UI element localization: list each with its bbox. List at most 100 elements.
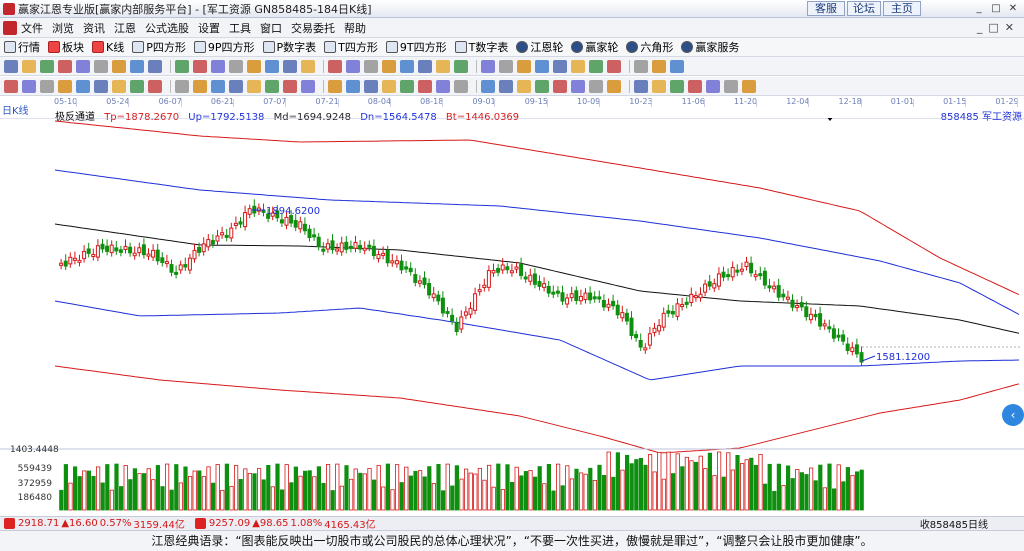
drawing-tool-icon[interactable] xyxy=(130,79,144,93)
drawing-tool-icon[interactable] xyxy=(382,79,396,93)
homepage-button[interactable]: 主页 xyxy=(883,1,921,16)
drawing-tool-icon[interactable] xyxy=(589,79,603,93)
menu-gann[interactable]: 江恩 xyxy=(114,20,136,36)
drawing-tool-icon[interactable] xyxy=(328,59,342,73)
drawing-tool-icon[interactable] xyxy=(76,59,90,73)
menu-tools[interactable]: 工具 xyxy=(229,20,251,36)
drawing-tool-icon[interactable] xyxy=(40,79,54,93)
drawing-tool-icon[interactable] xyxy=(553,59,567,73)
drawing-tool-icon[interactable] xyxy=(652,79,666,93)
drawing-tool-icon[interactable] xyxy=(22,79,36,93)
drawing-tool-icon[interactable] xyxy=(571,59,585,73)
drawing-tool-icon[interactable] xyxy=(175,79,189,93)
menu-window[interactable]: 窗口 xyxy=(260,20,282,36)
menu-help[interactable]: 帮助 xyxy=(344,20,366,36)
nav-9p-square[interactable]: 9P四方形 xyxy=(193,39,255,55)
drawing-tool-icon[interactable] xyxy=(724,79,738,93)
nav-kline[interactable]: K线 xyxy=(92,39,124,55)
menu-trade[interactable]: 交易委托 xyxy=(291,20,335,36)
drawing-tool-icon[interactable] xyxy=(607,79,621,93)
drawing-tool-icon[interactable] xyxy=(481,59,495,73)
drawing-tool-icon[interactable] xyxy=(193,59,207,73)
drawing-tool-icon[interactable] xyxy=(4,59,18,73)
drawing-tool-icon[interactable] xyxy=(607,59,621,73)
drawing-tool-icon[interactable] xyxy=(346,59,360,73)
drawing-tool-icon[interactable] xyxy=(652,59,666,73)
drawing-tool-icon[interactable] xyxy=(328,79,342,93)
drawing-tool-icon[interactable] xyxy=(4,79,18,93)
kline-chart[interactable]: 1894.6200 1581.1200 xyxy=(0,118,1024,516)
drawing-tool-icon[interactable] xyxy=(517,79,531,93)
drawing-tool-icon[interactable] xyxy=(400,59,414,73)
drawing-tool-icon[interactable] xyxy=(418,79,432,93)
nav-9t-square[interactable]: 9T四方形 xyxy=(385,39,447,55)
drawing-tool-icon[interactable] xyxy=(148,59,162,73)
drawing-tool-icon[interactable] xyxy=(130,59,144,73)
drawing-tool-icon[interactable] xyxy=(553,79,567,93)
drawing-tool-icon[interactable] xyxy=(283,79,297,93)
drawing-tool-icon[interactable] xyxy=(634,79,648,93)
mdi-controls[interactable]: _□✕ xyxy=(977,21,1020,34)
drawing-tool-icon[interactable] xyxy=(148,79,162,93)
maximize-button[interactable]: □ xyxy=(989,3,1003,15)
drawing-tool-icon[interactable] xyxy=(742,79,756,93)
drawing-tool-icon[interactable] xyxy=(634,59,648,73)
drawing-tool-icon[interactable] xyxy=(265,79,279,93)
close-button[interactable]: ✕ xyxy=(1006,3,1020,15)
drawing-tool-icon[interactable] xyxy=(499,79,513,93)
drawing-tool-icon[interactable] xyxy=(229,59,243,73)
drawing-tool-icon[interactable] xyxy=(454,59,468,73)
drawing-tool-icon[interactable] xyxy=(670,79,684,93)
drawing-tool-icon[interactable] xyxy=(436,79,450,93)
nav-quotes[interactable]: 行情 xyxy=(4,39,40,55)
drawing-tool-icon[interactable] xyxy=(301,79,315,93)
app-menu-icon[interactable] xyxy=(3,20,17,35)
drawing-tool-icon[interactable] xyxy=(364,59,378,73)
drawing-tool-icon[interactable] xyxy=(193,79,207,93)
drawing-tool-icon[interactable] xyxy=(400,79,414,93)
menu-file[interactable]: 文件 xyxy=(21,20,43,36)
forum-button[interactable]: 论坛 xyxy=(847,1,881,16)
nav-winner-wheel[interactable]: 赢家轮 xyxy=(571,39,618,55)
drawing-tool-icon[interactable] xyxy=(94,59,108,73)
nav-gann-wheel[interactable]: 江恩轮 xyxy=(516,39,563,55)
drawing-tool-icon[interactable] xyxy=(112,59,126,73)
drawing-tool-icon[interactable] xyxy=(454,79,468,93)
drawing-tool-icon[interactable] xyxy=(76,79,90,93)
drawing-tool-icon[interactable] xyxy=(283,59,297,73)
menu-settings[interactable]: 设置 xyxy=(198,20,220,36)
drawing-tool-icon[interactable] xyxy=(418,59,432,73)
scroll-right-button[interactable]: ‹ xyxy=(1002,404,1024,426)
drawing-tool-icon[interactable] xyxy=(706,79,720,93)
drawing-tool-icon[interactable] xyxy=(688,79,702,93)
drawing-tool-icon[interactable] xyxy=(301,59,315,73)
drawing-tool-icon[interactable] xyxy=(265,59,279,73)
drawing-tool-icon[interactable] xyxy=(211,59,225,73)
drawing-tool-icon[interactable] xyxy=(58,59,72,73)
drawing-tool-icon[interactable] xyxy=(436,59,450,73)
menu-browse[interactable]: 浏览 xyxy=(52,20,74,36)
minimize-button[interactable]: _ xyxy=(972,3,986,15)
drawing-tool-icon[interactable] xyxy=(364,79,378,93)
drawing-tool-icon[interactable] xyxy=(58,79,72,93)
drawing-tool-icon[interactable] xyxy=(247,79,261,93)
menu-news[interactable]: 资讯 xyxy=(83,20,105,36)
drawing-tool-icon[interactable] xyxy=(229,79,243,93)
nav-service[interactable]: 赢家服务 xyxy=(681,39,739,55)
drawing-tool-icon[interactable] xyxy=(571,79,585,93)
drawing-tool-icon[interactable] xyxy=(346,79,360,93)
drawing-tool-icon[interactable] xyxy=(535,59,549,73)
nav-t-table[interactable]: T数字表 xyxy=(454,39,508,55)
drawing-tool-icon[interactable] xyxy=(211,79,225,93)
drawing-tool-icon[interactable] xyxy=(670,59,684,73)
drawing-tool-icon[interactable] xyxy=(112,79,126,93)
nav-p-square[interactable]: P四方形 xyxy=(132,39,186,55)
service-button[interactable]: 客服 xyxy=(807,1,845,16)
nav-hexagon[interactable]: 六角形 xyxy=(626,39,673,55)
drawing-tool-icon[interactable] xyxy=(517,59,531,73)
nav-t-square[interactable]: T四方形 xyxy=(324,39,378,55)
menu-formula[interactable]: 公式选股 xyxy=(145,20,189,36)
drawing-tool-icon[interactable] xyxy=(40,59,54,73)
drawing-tool-icon[interactable] xyxy=(22,59,36,73)
drawing-tool-icon[interactable] xyxy=(481,79,495,93)
